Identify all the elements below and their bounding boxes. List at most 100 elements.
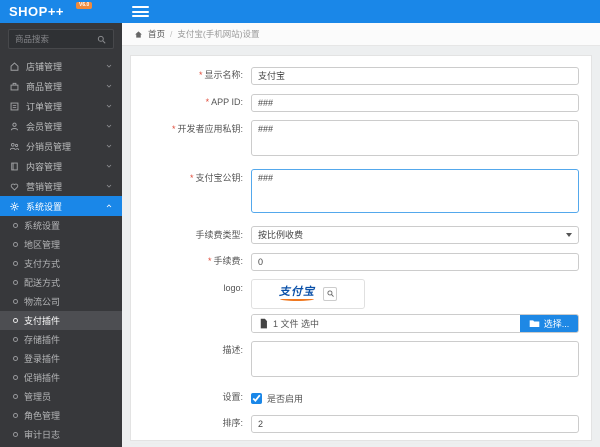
enable-checkbox-label: 是否启用 [267, 394, 304, 404]
breadcrumb-home[interactable]: 首页 [148, 28, 165, 40]
sort-label: 排序: [222, 417, 243, 428]
sidebar-item-orders[interactable]: 订单管理 [0, 96, 122, 116]
public-key-row: * 支付宝公钥: ### [131, 168, 579, 218]
submenu-item-payment-method[interactable]: 支付方式 [0, 254, 122, 273]
display-name-input[interactable] [251, 66, 579, 85]
sidebar-item-label: 店铺管理 [26, 61, 63, 72]
submenu-item-label: 支付插件 [24, 316, 61, 326]
submenu-item-promotion-plugin[interactable]: 促销插件 [0, 368, 122, 387]
folder-icon [529, 319, 540, 328]
member-icon [9, 121, 20, 132]
fee-type-row: 手续费类型: 按比例收费 [131, 225, 579, 244]
chevron-down-icon [105, 102, 113, 110]
sidebar-menu: 店铺管理 商品管理 订单管理 会员管理 分销员管理 内容管理 营销管理 系统设置 [0, 56, 122, 216]
order-icon [9, 101, 20, 112]
fee-input[interactable] [251, 252, 579, 271]
description-label: 描述: [222, 344, 243, 355]
required-marker: * [171, 123, 176, 134]
goods-icon [9, 81, 20, 92]
file-icon [259, 318, 268, 329]
submenu-item-label: 管理员 [24, 392, 52, 402]
chevron-down-icon [105, 62, 113, 70]
circle-icon [13, 299, 18, 304]
content-icon [9, 161, 20, 172]
chevron-down-icon [105, 142, 113, 150]
submenu-item-roles[interactable]: 角色管理 [0, 406, 122, 425]
submenu-item-label: 角色管理 [24, 411, 61, 421]
settings-row: 设置: 是否启用 [131, 390, 579, 406]
marketing-icon [9, 181, 20, 192]
submenu-item-shipping-method[interactable]: 配送方式 [0, 273, 122, 292]
sidebar-item-shop[interactable]: 店铺管理 [0, 56, 122, 76]
app-id-label: * APP ID: [205, 96, 243, 107]
circle-icon [13, 223, 18, 228]
chevron-up-icon [105, 202, 113, 210]
sort-input[interactable] [251, 414, 579, 433]
submenu-item-label: 物流公司 [24, 297, 61, 307]
app-id-row: * APP ID: [131, 93, 579, 112]
description-row: 描述: [131, 340, 579, 382]
fee-type-select[interactable]: 按比例收费 [251, 225, 579, 244]
sidebar-item-content[interactable]: 内容管理 [0, 156, 122, 176]
submenu-item-label: 登录插件 [24, 354, 61, 364]
topbar [122, 0, 600, 23]
app-id-input[interactable] [251, 93, 579, 112]
alipay-swoosh [280, 297, 314, 301]
description-textarea[interactable] [251, 340, 579, 377]
search-input[interactable] [15, 34, 96, 44]
file-status: 1 文件 选中 [252, 314, 520, 332]
sidebar-item-distributors[interactable]: 分销员管理 [0, 136, 122, 156]
submenu-item-login-plugin[interactable]: 登录插件 [0, 349, 122, 368]
submenu-item-region[interactable]: 地区管理 [0, 235, 122, 254]
search-icon[interactable] [96, 34, 107, 45]
submenu-item-logistics[interactable]: 物流公司 [0, 292, 122, 311]
circle-icon [13, 242, 18, 247]
hamburger-menu-icon[interactable] [132, 6, 149, 17]
version-badge: V6.0 [76, 2, 93, 9]
circle-icon [13, 356, 18, 361]
fee-label: * 手续费: [207, 255, 243, 266]
sidebar-item-members[interactable]: 会员管理 [0, 116, 122, 136]
submenu-item-storage-plugin[interactable]: 存储插件 [0, 330, 122, 349]
sidebar-item-label: 分销员管理 [26, 141, 72, 152]
sidebar-item-label: 内容管理 [26, 161, 63, 172]
alipay-settings-form: *显示名称: *APP ID: *开发者应用私钥: ### *支付宝公钥: ##… [131, 56, 591, 447]
submenu-item-admin[interactable]: 管理员 [0, 387, 122, 406]
sidebar-item-marketing[interactable]: 营销管理 [0, 176, 122, 196]
fee-row: * 手续费: [131, 252, 579, 271]
fee-type-selected-value: 按比例收费 [258, 230, 304, 240]
breadcrumb-current: 支付宝(手机网站)设置 [177, 29, 260, 39]
submenu-item-audit-log[interactable]: 审计日志 [0, 425, 122, 444]
sidebar-submenu: 系统设置 地区管理 支付方式 配送方式 物流公司 支付插件 存储插件 登录插件 … [0, 216, 122, 444]
distributor-icon [9, 141, 20, 152]
home-icon [134, 30, 143, 39]
magnifier-icon [326, 289, 335, 298]
display-name-row: * 显示名称: [131, 66, 579, 85]
choose-file-button[interactable]: 选择... [520, 314, 578, 332]
submenu-item-label: 支付方式 [24, 259, 61, 269]
settings-card: *显示名称: *APP ID: *开发者应用私钥: ### *支付宝公钥: ##… [130, 55, 592, 444]
chevron-down-icon [105, 82, 113, 90]
private-key-textarea[interactable]: ### [251, 119, 579, 156]
sidebar-item-settings[interactable]: 系统设置 [0, 196, 122, 216]
enable-checkbox[interactable] [251, 393, 262, 404]
logo-label: logo: [223, 282, 243, 293]
circle-icon [13, 318, 18, 323]
submenu-item-system-settings[interactable]: 系统设置 [0, 216, 122, 235]
public-key-label: * 支付宝公钥: [189, 172, 243, 183]
breadcrumb-separator: / [170, 29, 173, 39]
circle-icon [13, 394, 18, 399]
circle-icon [13, 413, 18, 418]
settings-label: 设置: [222, 391, 243, 402]
public-key-textarea[interactable]: ### [251, 168, 579, 213]
zoom-preview-button[interactable] [323, 286, 337, 301]
sidebar-item-goods[interactable]: 商品管理 [0, 76, 122, 96]
chevron-down-icon [105, 122, 113, 130]
submenu-item-payment-plugin[interactable]: 支付插件 [0, 311, 122, 330]
circle-icon [13, 280, 18, 285]
sidebar-item-label: 会员管理 [26, 121, 63, 132]
app-logo-text: SHOP++ [9, 4, 65, 19]
sidebar-item-label: 商品管理 [26, 81, 63, 92]
sidebar-search[interactable] [8, 29, 114, 49]
alipay-logo-image: 支付宝 [279, 286, 315, 301]
